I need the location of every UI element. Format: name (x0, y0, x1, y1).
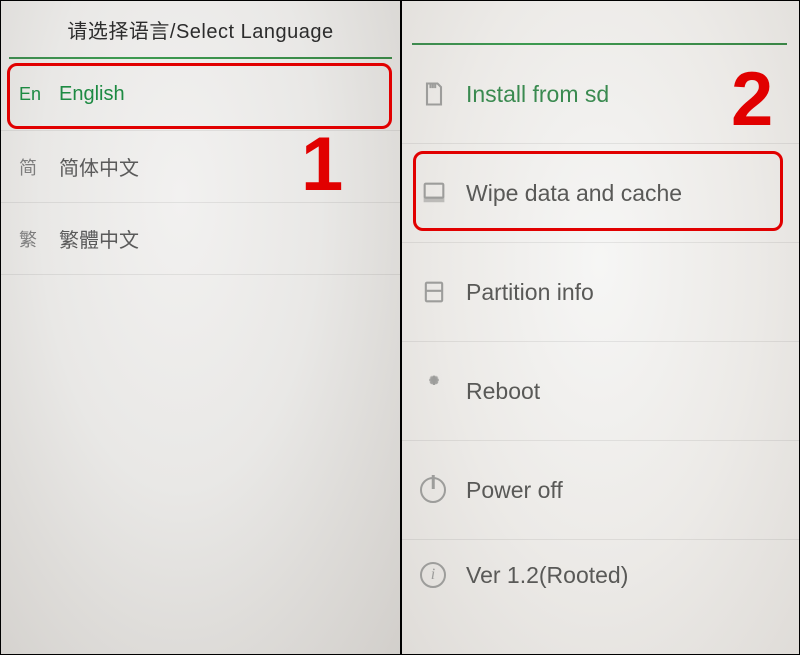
spinner-icon (420, 377, 466, 405)
menu-label: Wipe data and cache (466, 180, 682, 207)
menu-label: Ver 1.2(Rooted) (466, 562, 628, 589)
lang-label: English (59, 83, 125, 106)
menu-label: Partition info (466, 279, 594, 306)
menu-item-partition[interactable]: Partition info (400, 243, 799, 342)
lang-prefix: 繁 (19, 226, 59, 252)
menu-item-wipe-data[interactable]: Wipe data and cache (400, 144, 799, 243)
language-select-panel: 请选择语言/Select Language En English 简 简体中文 … (1, 1, 400, 654)
recovery-menu-panel: Install from sd Wipe data and cache Part… (400, 1, 799, 654)
menu-item-install-sd[interactable]: Install from sd (400, 45, 799, 144)
menu-label: Install from sd (466, 81, 609, 108)
lang-label: 繁體中文 (59, 224, 139, 253)
title-divider (412, 43, 787, 45)
menu-item-power-off[interactable]: Power off (400, 441, 799, 540)
language-list: En English 简 简体中文 繁 繁體中文 (1, 59, 400, 275)
panel-divider (400, 1, 402, 654)
wipe-icon (420, 179, 466, 207)
info-icon: i (420, 562, 466, 588)
partition-icon (420, 278, 466, 306)
lang-label: 简体中文 (59, 152, 139, 181)
lang-item-simplified[interactable]: 简 简体中文 (1, 131, 400, 203)
menu-item-reboot[interactable]: Reboot (400, 342, 799, 441)
menu-item-version[interactable]: i Ver 1.2(Rooted) (400, 540, 799, 610)
lang-prefix: En (19, 84, 59, 105)
panel-title: 请选择语言/Select Language (1, 1, 400, 57)
menu-label: Power off (466, 477, 563, 504)
menu-label: Reboot (466, 378, 540, 405)
lang-prefix: 简 (19, 154, 59, 180)
lang-item-english[interactable]: En English (1, 59, 400, 131)
sd-card-icon (420, 80, 466, 108)
title-text: 请选择语言/Select Language (67, 15, 333, 44)
lang-item-traditional[interactable]: 繁 繁體中文 (1, 203, 400, 275)
power-icon (420, 477, 466, 503)
